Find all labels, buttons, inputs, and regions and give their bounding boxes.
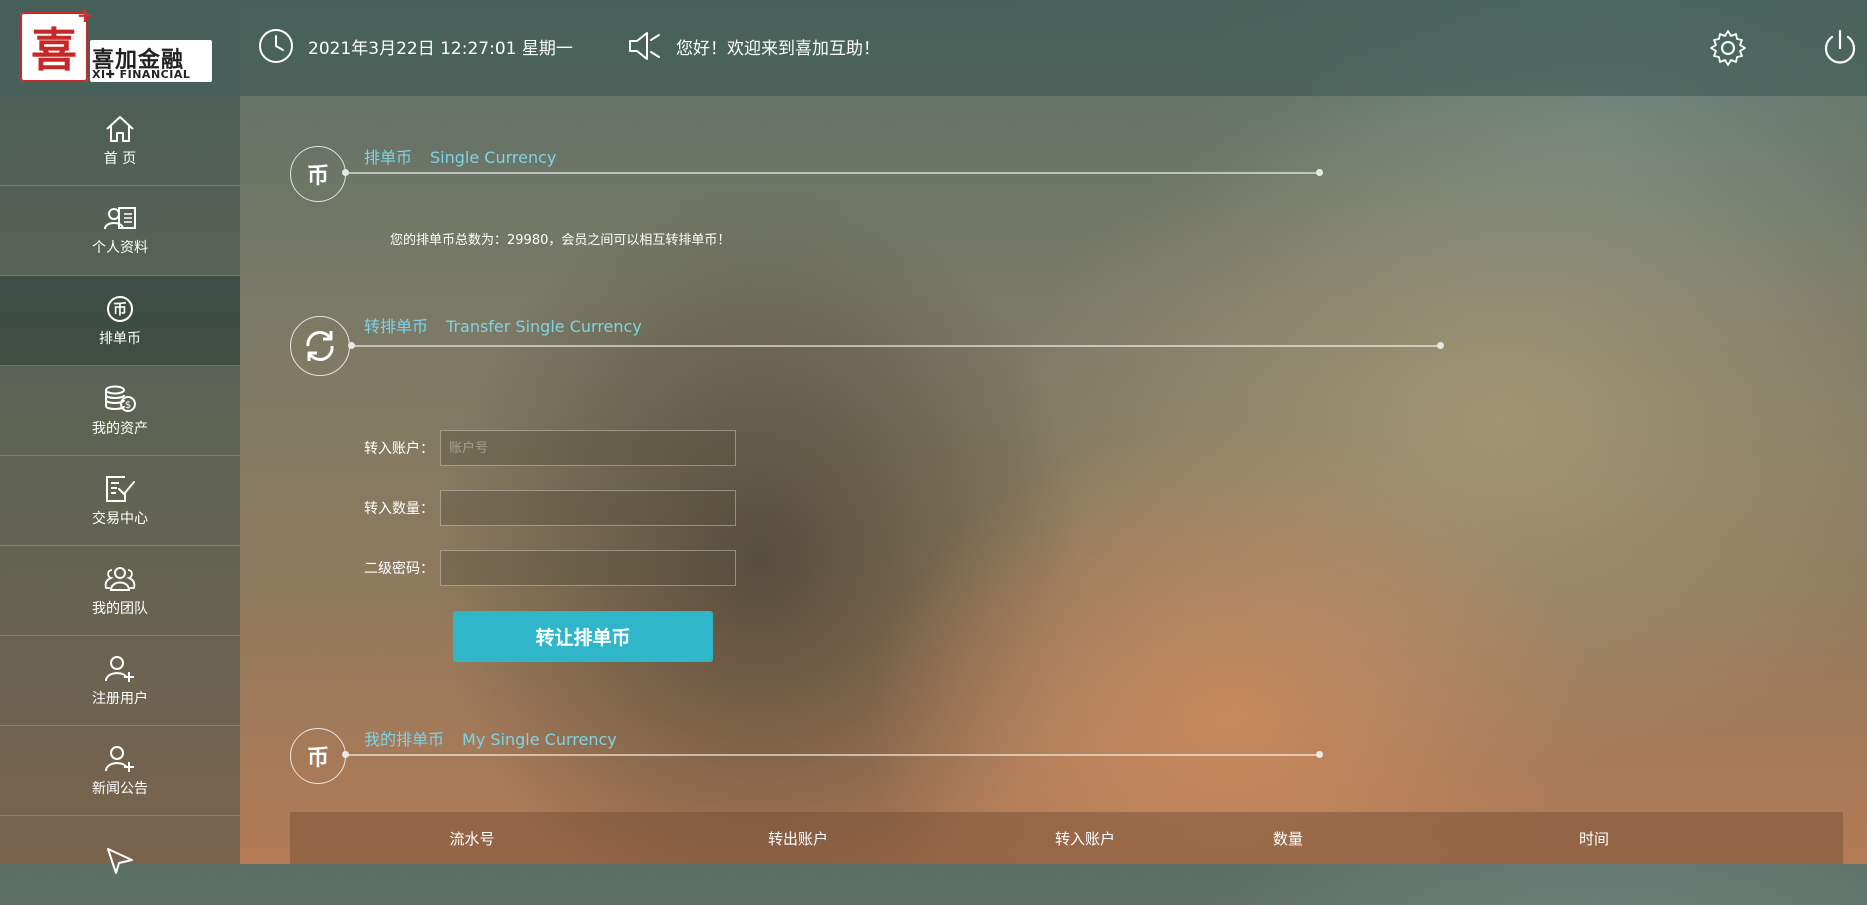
section-title-en: Single Currency [430, 148, 557, 167]
sidebar-item-label: 个人资料 [92, 239, 148, 256]
trade-check-icon [106, 475, 135, 502]
account-label: 转入账户： [364, 441, 434, 457]
coin-icon: 币 [107, 295, 133, 322]
section-title-cn: 转排单币 [364, 317, 429, 336]
column-header[interactable]: 流水号 [449, 828, 494, 849]
paper-plane-icon [107, 847, 133, 874]
brand-name-en: XI✚ FINANCIAL [92, 68, 191, 81]
password-label: 二级密码： [364, 561, 434, 577]
section-divider [345, 172, 1320, 174]
sidebar-item-profile[interactable]: 个人资料 [0, 186, 240, 276]
assets-coins-icon: $ [105, 385, 136, 412]
brand-logo[interactable]: 喜 + 喜加金融 XI✚ FINANCIAL [0, 0, 240, 96]
divider-dot [1316, 751, 1323, 758]
datetime-display: 2021年3月22日 12:27:01 星期一 [258, 28, 573, 64]
sidebar-item-label: 排单币 [99, 330, 141, 347]
section-title-mine: 我的排单币 My Single Currency [364, 726, 617, 750]
divider-dot [342, 751, 349, 758]
greeting-text: 您好！欢迎来到喜加互助！ [676, 38, 880, 59]
divider-dot [1316, 169, 1323, 176]
sidebar-item-home[interactable]: 首 页 [0, 96, 240, 186]
column-header[interactable]: 时间 [1579, 828, 1609, 849]
section-divider [352, 345, 1442, 347]
speaker-icon [629, 32, 660, 60]
section-title-en: My Single Currency [462, 730, 617, 749]
greeting: 您好！欢迎来到喜加互助！ [626, 28, 880, 64]
sidebar-item-label: 交易中心 [92, 510, 148, 527]
transfer-refresh-icon [290, 316, 350, 376]
clock-icon [259, 29, 293, 63]
divider-dot [342, 169, 349, 176]
sidebar-item-register[interactable]: 注册用户 [0, 636, 240, 726]
form-row-password: 二级密码： [364, 550, 736, 586]
sidebar-item-news[interactable]: 新闻公告 [0, 726, 240, 816]
home-icon [106, 115, 134, 142]
section-title-single: 排单币 Single Currency [364, 144, 556, 168]
section-divider [345, 754, 1320, 756]
account-input[interactable] [440, 430, 736, 466]
sidebar-item-assets[interactable]: $ 我的资产 [0, 366, 240, 456]
balance-notice: 您的排单币总数为：29980，会员之间可以相互转排单币！ [390, 233, 731, 248]
records-table-header: 流水号 转出账户 转入账户 数量 时间 [290, 812, 1843, 864]
team-icon [104, 566, 136, 591]
logo-plus-icon: + [76, 3, 94, 27]
divider-dot [348, 342, 355, 349]
section-title-transfer: 转排单币 Transfer Single Currency [364, 313, 642, 337]
column-header[interactable]: 转出账户 [768, 828, 828, 849]
sidebar-item-label: 注册用户 [92, 690, 148, 707]
transfer-submit-button[interactable]: 转让排单币 [453, 611, 713, 662]
section-title-en: Transfer Single Currency [446, 317, 642, 336]
profile-card-icon [104, 206, 136, 229]
amount-input[interactable] [440, 490, 736, 526]
sidebar-item-trade[interactable]: 交易中心 [0, 456, 240, 546]
sidebar-item-label: 首 页 [103, 150, 137, 167]
column-header[interactable]: 数量 [1273, 828, 1303, 849]
gear-icon[interactable] [1708, 28, 1748, 68]
svg-text:币: 币 [113, 302, 127, 318]
sidebar-item-team[interactable]: 我的团队 [0, 546, 240, 636]
form-row-amount: 转入数量： [364, 490, 736, 526]
add-user-icon [105, 655, 134, 682]
news-user-icon [105, 745, 134, 772]
sidebar-item-label: 新闻公告 [92, 780, 148, 797]
top-bar: 喜 + 喜加金融 XI✚ FINANCIAL 2021年3月22日 12:27:… [0, 0, 1867, 96]
single-currency-coin-icon: 币 [290, 146, 346, 202]
power-icon[interactable] [1820, 28, 1860, 68]
sidebar: 首 页 个人资料 币 排单币 $ 我的资产 交易中心 我的团队 注册用户 新闻公… [0, 96, 240, 874]
section-title-cn: 排单币 [364, 148, 413, 167]
svg-text:$: $ [125, 400, 131, 411]
divider-dot [1437, 342, 1444, 349]
datetime-text: 2021年3月22日 12:27:01 星期一 [308, 38, 573, 59]
my-currency-coin-icon: 币 [290, 728, 346, 784]
amount-label: 转入数量： [364, 501, 434, 517]
form-row-account: 转入账户： [364, 430, 736, 466]
sidebar-item-label: 我的团队 [92, 600, 148, 617]
column-header[interactable]: 转入账户 [1055, 828, 1115, 849]
secondary-password-input[interactable] [440, 550, 736, 586]
sidebar-item-single-currency[interactable]: 币 排单币 [0, 276, 240, 366]
sidebar-item-more[interactable] [0, 816, 240, 905]
sidebar-item-label: 我的资产 [92, 420, 148, 437]
section-title-cn: 我的排单币 [364, 730, 445, 749]
